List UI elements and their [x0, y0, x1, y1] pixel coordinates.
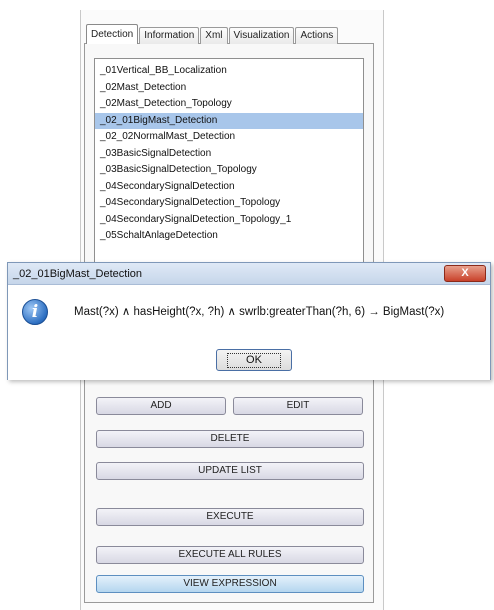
rule-expression-dialog: _02_01BigMast_Detection X i Mast(?x) ∧ h… [7, 262, 491, 380]
rule-list-item[interactable]: _02_02NormalMast_Detection [95, 129, 363, 146]
tab-visualization[interactable]: Visualization [228, 27, 295, 44]
rule-list-item[interactable]: _01Vertical_BB_Localization [95, 63, 363, 80]
ok-button-label: OK [227, 353, 281, 368]
view-expression-button[interactable]: VIEW EXPRESSION [96, 575, 364, 593]
execute-all-rules-button[interactable]: EXECUTE ALL RULES [96, 546, 364, 564]
ok-button[interactable]: OK [216, 349, 292, 371]
rule-list-item[interactable]: _02Mast_Detection [95, 80, 363, 97]
close-icon[interactable]: X [444, 265, 486, 282]
rule-list-item[interactable]: _03BasicSignalDetection_Topology [95, 162, 363, 179]
edit-button[interactable]: EDIT [233, 397, 363, 415]
rule-list-item[interactable]: _03BasicSignalDetection [95, 146, 363, 163]
dialog-title: _02_01BigMast_Detection [13, 268, 143, 280]
dialog-body: i Mast(?x) ∧ hasHeight(?x, ?h) ∧ swrlb:g… [8, 285, 490, 380]
dialog-message: Mast(?x) ∧ hasHeight(?x, ?h) ∧ swrlb:gre… [74, 306, 445, 318]
dialog-titlebar: _02_01BigMast_Detection X [8, 263, 490, 285]
tab-information[interactable]: Information [139, 27, 200, 44]
rule-list[interactable]: _01Vertical_BB_Localization _02Mast_Dete… [94, 58, 364, 268]
rule-list-item[interactable]: _04SecondarySignalDetection [95, 179, 363, 196]
tab-actions[interactable]: Actions [295, 27, 339, 44]
delete-button[interactable]: DELETE [96, 430, 364, 448]
tab-bar: Detection Information Xml Visualization … [86, 24, 339, 44]
add-button[interactable]: ADD [96, 397, 226, 415]
tab-xml[interactable]: Xml [200, 27, 228, 44]
rule-list-item[interactable]: _02Mast_Detection_Topology [95, 96, 363, 113]
execute-button[interactable]: EXECUTE [96, 508, 364, 526]
rule-list-item[interactable]: _05SchaltAnlageDetection [95, 228, 363, 245]
rule-list-item[interactable]: _04SecondarySignalDetection_Topology [95, 195, 363, 212]
info-icon: i [22, 299, 48, 325]
rule-list-item-selected[interactable]: _02_01BigMast_Detection [95, 112, 363, 129]
tab-detection[interactable]: Detection [86, 24, 139, 44]
rule-list-item[interactable]: _04SecondarySignalDetection_Topology_1 [95, 212, 363, 229]
update-list-button[interactable]: UPDATE LIST [96, 462, 364, 480]
